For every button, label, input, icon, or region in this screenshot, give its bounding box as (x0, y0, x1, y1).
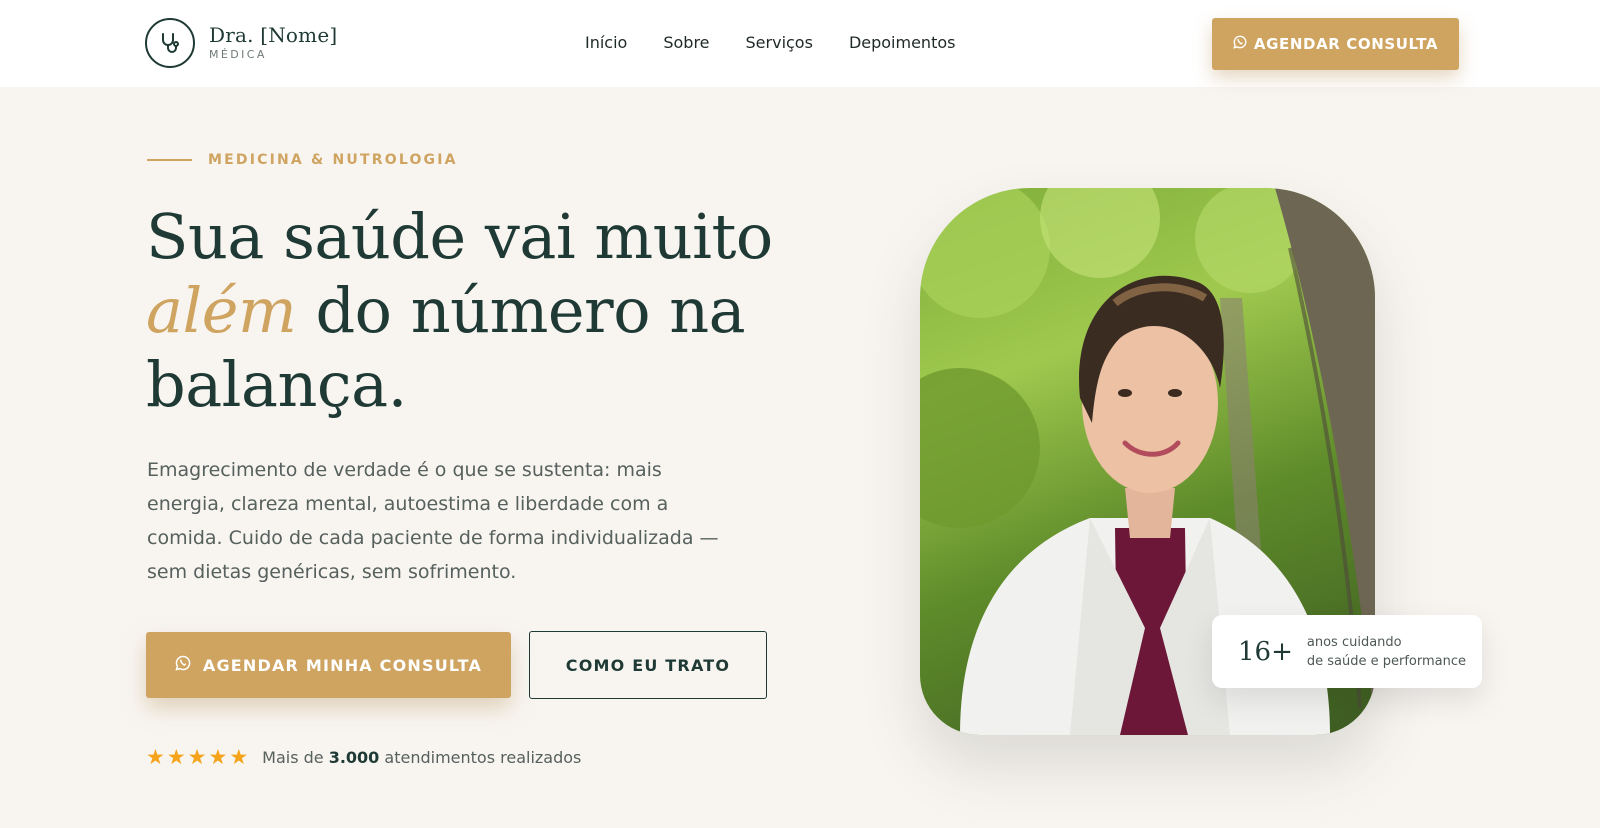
rating: ★ ★ ★ ★ ★ Mais de 3.000 atendimentos rea… (146, 746, 581, 768)
logo-subtitle: MÉDICA (209, 48, 267, 61)
rating-count: 3.000 (328, 747, 380, 767)
headline-line-1: Sua saúde vai muito (146, 200, 773, 273)
nav-servicos[interactable]: Serviços (746, 30, 813, 56)
star-icon: ★ (146, 745, 165, 769)
header-schedule-label: AGENDAR CONSULTA (1253, 35, 1439, 53)
main-nav: Início Sobre Serviços Depoimentos (585, 30, 955, 56)
nav-sobre[interactable]: Sobre (663, 30, 709, 56)
rating-text: Mais de 3.000 atendimentos realizados (262, 747, 582, 767)
how-i-treat-button[interactable]: COMO EU TRATO (529, 631, 767, 699)
star-icon: ★ (187, 745, 207, 769)
schedule-my-appointment-label: AGENDAR MINHA CONSULTA (202, 655, 483, 675)
rating-stars: ★ ★ ★ ★ ★ (146, 746, 248, 768)
eyebrow: MEDICINA & NUTROLOGIA (147, 152, 458, 168)
site-header: Dra. [Nome] MÉDICA Início Sobre Serviços… (0, 0, 1600, 87)
stethoscope-icon (145, 18, 195, 68)
experience-number: 16+ (1238, 636, 1293, 667)
hero-headline: Sua saúde vai muito além do número na ba… (146, 200, 786, 422)
headline-line-2: do número na (296, 274, 746, 347)
logo[interactable]: Dra. [Nome] MÉDICA (145, 18, 337, 68)
eyebrow-divider (147, 159, 192, 161)
hero-lead: Emagrecimento de verdade é o que se sust… (147, 459, 719, 583)
experience-card: 16+ anos cuidando de saúde e performance (1212, 615, 1482, 688)
star-icon: ★ (208, 745, 228, 769)
headline-accent: além (146, 274, 297, 347)
headline-line-3: balança. (146, 348, 407, 421)
eyebrow-text: MEDICINA & NUTROLOGIA (208, 152, 458, 168)
whatsapp-icon (1233, 35, 1247, 53)
star-icon: ★ (229, 745, 249, 769)
whatsapp-icon (175, 655, 191, 675)
header-schedule-button[interactable]: AGENDAR CONSULTA (1212, 18, 1459, 70)
logo-name: Dra. [Nome] (209, 23, 338, 47)
star-icon: ★ (166, 745, 186, 769)
how-i-treat-label: COMO EU TRATO (565, 655, 731, 675)
nav-depoimentos[interactable]: Depoimentos (849, 30, 956, 56)
nav-inicio[interactable]: Início (585, 30, 627, 56)
experience-label: anos cuidando de saúde e performance (1306, 634, 1467, 669)
schedule-my-appointment-button[interactable]: AGENDAR MINHA CONSULTA (146, 632, 511, 698)
